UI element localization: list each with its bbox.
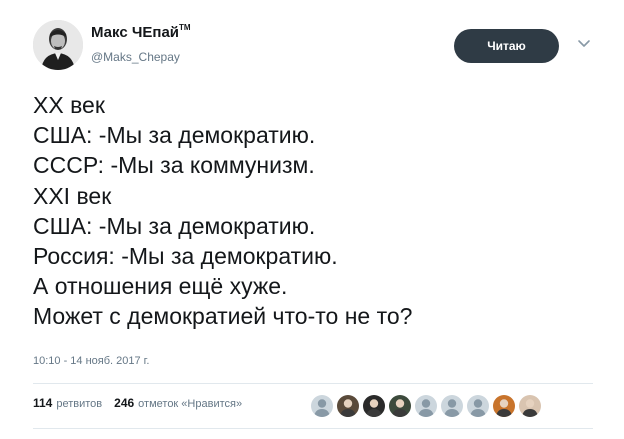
tweet-line: XX век [33,92,105,118]
tweet-timestamp[interactable]: 10:10 - 14 нояб. 2017 г. [33,355,149,367]
liker-avatars [311,395,541,417]
divider [33,383,593,384]
default-egg-avatar [415,395,437,417]
tweet-line: СССР: -Мы за коммунизм. [33,152,315,179]
photo-avatar [389,395,411,417]
tweet-line: США: -Мы за демократию. [33,212,316,239]
photo-avatar [337,395,359,417]
tweet-line: Может с демократией что-то не то? [33,303,413,330]
default-egg-avatar [441,395,463,417]
liker-avatar[interactable] [467,395,489,417]
default-egg-avatar [467,395,489,417]
liker-avatar[interactable] [389,395,411,417]
likes-label[interactable]: отметок «Нравится» [138,398,242,410]
liker-avatar[interactable] [337,395,359,417]
trademark-mark: TM [179,23,191,32]
following-button[interactable]: Читаю [454,29,559,63]
tweet-line: Россия: -Мы за демократию. [33,242,338,269]
author-avatar[interactable] [33,20,83,70]
photo-avatar [519,395,541,417]
liker-avatar[interactable] [363,395,385,417]
photo-avatar [363,395,385,417]
tweet-line: А отношения ещё хуже. [33,273,288,300]
author-handle[interactable]: @Maks_Chepay [91,50,180,64]
author-name-text: Макс ЧЕпай [91,24,180,41]
retweets-count[interactable]: 114 [33,396,52,410]
liker-avatar[interactable] [493,395,515,417]
tweet-line: XXI век [33,182,112,209]
liker-avatar[interactable] [441,395,463,417]
author-name[interactable]: Макс ЧЕпайTM [91,23,191,41]
tweet-line: США: -Мы за демократию. [33,122,316,149]
portrait-icon [33,20,83,70]
default-egg-avatar [311,395,333,417]
liker-avatar[interactable] [415,395,437,417]
tweet-text: XX век США: -Мы за демократию. СССР: -Мы… [33,90,412,332]
chevron-down-icon[interactable] [574,36,594,52]
liker-avatar[interactable] [311,395,333,417]
tweet-stats: 114 ретвитов 246 отметок «Нравится» [33,396,254,410]
retweets-label[interactable]: ретвитов [56,398,102,410]
divider [33,428,593,429]
liker-avatar[interactable] [519,395,541,417]
photo-avatar [493,395,515,417]
likes-count[interactable]: 246 [114,396,134,410]
